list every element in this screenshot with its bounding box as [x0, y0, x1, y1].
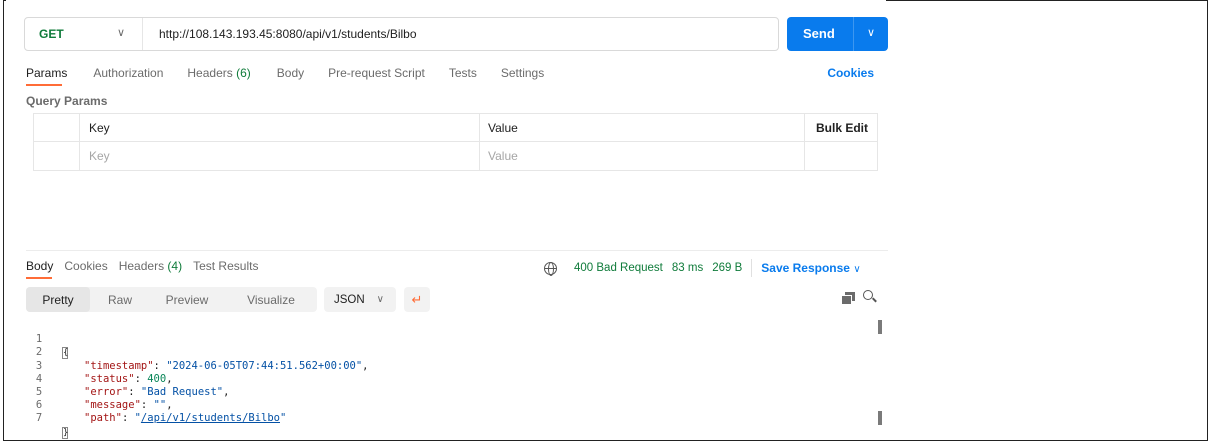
- save-response-label: Save Response: [761, 261, 850, 275]
- code-line: 7 }: [26, 399, 878, 439]
- response-tabs: Body Cookies Headers (4) Test Results: [26, 259, 258, 273]
- tab-params[interactable]: Params: [26, 66, 67, 80]
- json-quote: ": [280, 412, 287, 425]
- code-line: 3 "status": 400,: [26, 346, 878, 385]
- tab-response-headers-label: Headers: [118, 259, 165, 273]
- search-icon[interactable]: [863, 290, 877, 304]
- wrap-lines-button[interactable]: ↵: [404, 287, 430, 312]
- wrap-lines-icon: ↵: [411, 291, 423, 307]
- tab-authorization[interactable]: Authorization: [93, 66, 163, 80]
- tab-headers-label: Headers: [187, 66, 233, 80]
- table-row: Key Value: [34, 142, 877, 170]
- headers-count-badge: (6): [236, 66, 251, 80]
- view-visualize-button[interactable]: Visualize: [230, 287, 312, 312]
- code-line: 4 "error": "Bad Request",: [26, 360, 878, 398]
- postman-request-panel: GET ∨ http://108.143.193.45:8080/api/v1/…: [6, 0, 888, 440]
- code-line: 5 "message": "",: [26, 373, 878, 411]
- param-value-input[interactable]: Value: [480, 142, 805, 170]
- tab-headers[interactable]: Headers (6): [187, 66, 250, 80]
- code-line: 1 {: [26, 320, 878, 360]
- scrollbar-bottom-marker[interactable]: [878, 411, 882, 425]
- close-brace[interactable]: }: [62, 426, 68, 439]
- view-mode-toolbar: Pretty Raw Preview Visualize: [26, 287, 317, 312]
- copy-icon[interactable]: [842, 292, 855, 304]
- bulk-edit-button[interactable]: Bulk Edit: [805, 114, 879, 142]
- tab-response-headers[interactable]: Headers (4): [119, 259, 182, 273]
- search-icon-handle: [872, 297, 877, 303]
- response-size[interactable]: 269 B: [712, 262, 742, 274]
- save-response-button[interactable]: Save Response ∨: [761, 261, 860, 275]
- code-text: }: [62, 426, 68, 439]
- method-label: GET: [39, 27, 64, 41]
- url-input[interactable]: http://108.143.193.45:8080/api/v1/studen…: [159, 27, 417, 41]
- code-line: 2 "timestamp": "2024-06-05T07:44:51.562+…: [26, 333, 878, 371]
- globe-icon[interactable]: [544, 261, 557, 276]
- path-link[interactable]: /api/v1/students/Bilbo: [141, 412, 280, 424]
- tab-settings[interactable]: Settings: [501, 66, 544, 80]
- method-select[interactable]: GET ∨: [25, 18, 143, 50]
- response-body-code[interactable]: 1 { 2 "timestamp": "2024-06-05T07:44:51.…: [26, 320, 878, 439]
- tab-test-results[interactable]: Test Results: [193, 259, 258, 273]
- table-header-row: Key Value Bulk Edit: [34, 114, 877, 142]
- view-preview-button[interactable]: Preview: [150, 287, 224, 312]
- send-button[interactable]: Send ∨: [787, 17, 888, 51]
- tab-tests[interactable]: Tests: [449, 66, 477, 80]
- send-label: Send: [803, 26, 835, 41]
- query-params-title: Query Params: [26, 94, 108, 108]
- chevron-down-icon: ∨: [117, 27, 126, 39]
- panel-divider[interactable]: [26, 250, 888, 251]
- checkbox-column-header: [34, 114, 80, 142]
- param-key-input[interactable]: Key: [80, 142, 480, 170]
- response-meta: 400 Bad Request 83 ms 269 B Save Respons…: [544, 259, 861, 277]
- tab-response-body[interactable]: Body: [26, 259, 53, 273]
- chevron-down-icon: ∨: [853, 264, 861, 275]
- line-number: 7: [35, 412, 43, 425]
- query-params-table: Key Value Bulk Edit Key Value: [33, 113, 878, 171]
- active-tab-underline: [26, 84, 62, 86]
- value-column-header: Value: [480, 114, 805, 142]
- code-line: 6 "path": "/api/v1/students/Bilbo": [26, 386, 878, 424]
- chevron-down-icon: ∨: [376, 294, 384, 305]
- response-time[interactable]: 83 ms: [672, 262, 703, 274]
- request-url-bar: GET ∨ http://108.143.193.45:8080/api/v1/…: [24, 17, 779, 51]
- meta-separator: [751, 259, 753, 277]
- json-key: "path": [84, 412, 122, 425]
- view-pretty-button[interactable]: Pretty: [26, 287, 90, 312]
- cookies-link[interactable]: Cookies: [827, 66, 874, 80]
- response-headers-count-badge: (4): [167, 259, 183, 273]
- key-column-header: Key: [80, 114, 480, 142]
- request-tabs: Params Authorization Headers (6) Body Pr…: [26, 66, 544, 80]
- format-label: JSON: [334, 293, 365, 306]
- tab-response-cookies[interactable]: Cookies: [64, 259, 107, 273]
- tab-pre-request-script[interactable]: Pre-request Script: [328, 66, 425, 80]
- row-actions-cell: [805, 142, 879, 170]
- status-code[interactable]: 400 Bad Request: [574, 262, 663, 274]
- copy-icon-front: [842, 295, 852, 304]
- json-colon: :: [121, 412, 135, 425]
- chevron-down-icon[interactable]: ∨: [867, 26, 875, 39]
- scrollbar-top-marker[interactable]: [878, 320, 882, 334]
- row-checkbox-cell: [34, 142, 80, 170]
- send-split-divider: [853, 17, 854, 51]
- view-raw-button[interactable]: Raw: [96, 287, 144, 312]
- format-select[interactable]: JSON ∨: [324, 287, 396, 312]
- active-response-tab-underline: [26, 277, 52, 279]
- tab-body[interactable]: Body: [277, 66, 304, 80]
- code-text: "path": "/api/v1/students/Bilbo": [84, 412, 286, 425]
